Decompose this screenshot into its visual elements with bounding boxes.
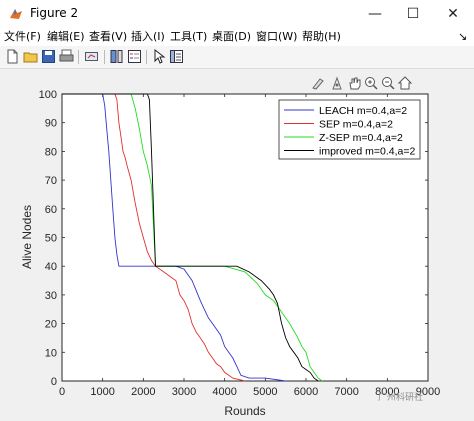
- new-figure-icon[interactable]: [5, 49, 20, 64]
- figure-canvas: 0 1000 2000 3000 4000 5000 6000 7000 8000 9000 0 10…: [0, 69, 474, 421]
- menu-file[interactable]: 文件(F): [4, 28, 41, 46]
- menu-edit[interactable]: 编辑(E): [47, 28, 85, 46]
- x-tick-label: 4000: [212, 386, 236, 398]
- watermark: 广州科研社: [378, 393, 424, 403]
- y-tick-label: 90: [45, 118, 57, 130]
- legend[interactable]: LEACH m=0.4,a=2 SEP m=0.4,a=2Z-SEP m=0.4,…: [278, 99, 421, 160]
- legend-label-3: improved m=0.4,a=2: [319, 146, 415, 158]
- menu-desktop[interactable]: 桌面(D): [212, 28, 251, 46]
- y-tick-label: 10: [45, 347, 57, 359]
- y-tick-label: 80: [45, 146, 57, 158]
- y-tick-label: 0: [51, 376, 57, 388]
- zoom-in-icon[interactable]: [365, 77, 378, 90]
- matlab-app-icon: [10, 9, 22, 19]
- minimize-button[interactable]: —: [356, 0, 394, 28]
- legend-label-0: LEACH m=0.4,a=2: [319, 105, 407, 117]
- menu-window[interactable]: 窗口(W): [256, 28, 297, 46]
- zoom-out-icon[interactable]: [382, 77, 395, 90]
- home-icon[interactable]: [397, 76, 413, 90]
- y-tick-label: 70: [45, 175, 57, 187]
- x-axis-label: Rounds: [224, 404, 265, 418]
- window-title: Figure 2: [30, 6, 79, 20]
- toolbar-separator: [78, 50, 79, 64]
- close-button[interactable]: ✕: [434, 0, 472, 28]
- axes-toolbar: [312, 76, 413, 90]
- data-tips-icon[interactable]: [332, 76, 342, 90]
- figure-toolbar: [0, 46, 474, 69]
- y-tick-label: 30: [45, 290, 57, 302]
- y-tick-label: 50: [45, 233, 57, 245]
- save-icon[interactable]: [41, 49, 56, 64]
- menu-insert[interactable]: 插入(I): [131, 28, 165, 46]
- toolbar-separator: [146, 50, 147, 64]
- menu-view[interactable]: 查看(V): [89, 28, 127, 46]
- pointer-icon[interactable]: [151, 49, 166, 64]
- legend-icon[interactable]: [127, 49, 142, 64]
- colorbar-icon[interactable]: [109, 49, 124, 64]
- y-tick-label: 40: [45, 261, 57, 273]
- x-tick-label: 1000: [90, 386, 114, 398]
- y-tick-label: 60: [45, 204, 57, 216]
- property-inspector-icon[interactable]: [169, 49, 184, 64]
- y-tick-label: 20: [45, 319, 57, 331]
- x-tick-label: 2000: [131, 386, 155, 398]
- legend-label-1: SEP m=0.4,a=2: [319, 119, 393, 131]
- x-tick-label: 7000: [334, 386, 358, 398]
- legend-label-2: Z-SEP m=0.4,a=2: [319, 132, 403, 144]
- y-axis-label: Alive Nodes: [20, 205, 34, 269]
- link-icon[interactable]: [84, 49, 99, 64]
- x-tick-label: 6000: [294, 386, 318, 398]
- x-tick-label: 0: [59, 386, 65, 398]
- print-icon[interactable]: [59, 49, 74, 64]
- y-tick-label: 100: [39, 89, 57, 101]
- menu-tools[interactable]: 工具(T): [170, 28, 207, 46]
- brush-icon[interactable]: [312, 78, 324, 90]
- menu-help[interactable]: 帮助(H): [302, 28, 341, 46]
- title-bar: Figure 2 — ☐ ✕: [0, 0, 474, 28]
- dock-arrow-icon[interactable]: ↘: [458, 28, 467, 46]
- pan-icon[interactable]: [349, 77, 361, 90]
- x-tick-label: 5000: [253, 386, 277, 398]
- menu-bar: 文件(F) 编辑(E) 查看(V) 插入(I) 工具(T) 桌面(D) 窗口(W…: [0, 28, 474, 46]
- x-tick-label: 3000: [172, 386, 196, 398]
- open-folder-icon[interactable]: [23, 49, 38, 64]
- maximize-button[interactable]: ☐: [394, 0, 432, 28]
- plot-svg: 0 1000 2000 3000 4000 5000 6000 7000 8000 9000010…: [20, 76, 440, 418]
- toolbar-separator: [104, 50, 105, 64]
